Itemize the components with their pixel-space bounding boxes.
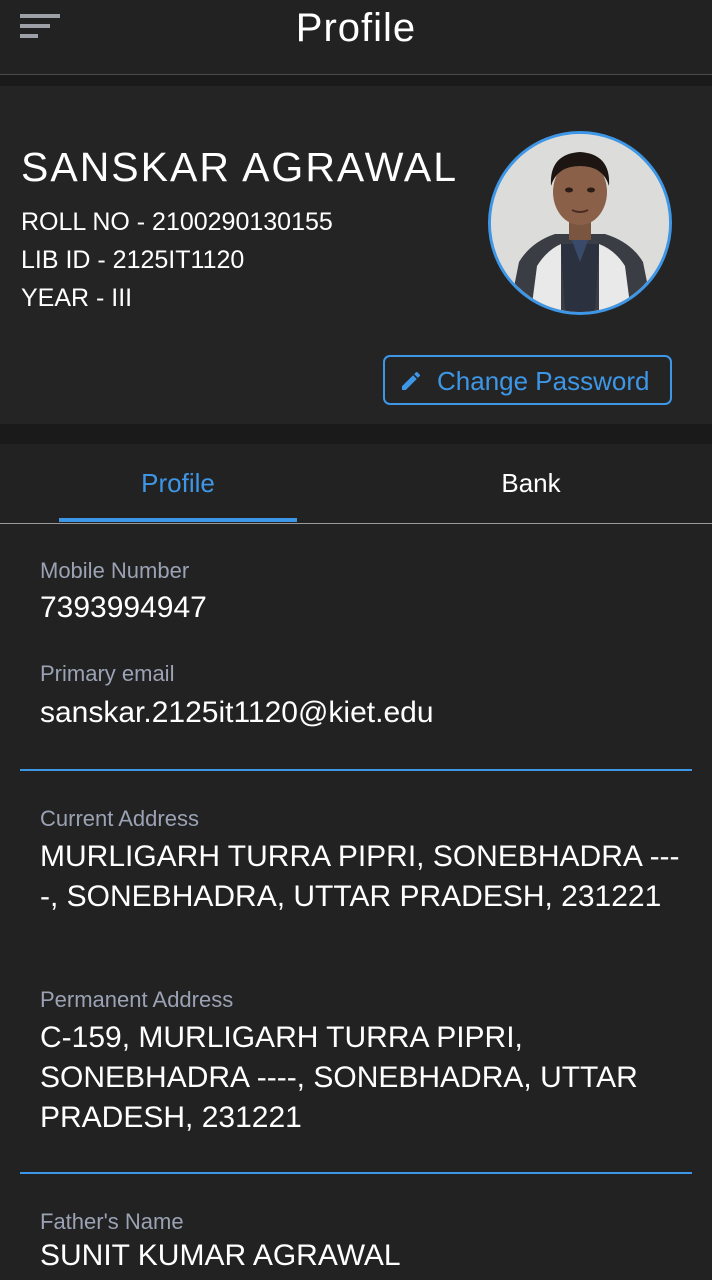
page-title: Profile [295,6,417,50]
primary-email-label: Primary email [40,661,175,686]
profile-details: Mobile Number 7393994947 Primary email s… [0,524,712,1280]
tab-bar: Profile Bank [0,444,712,524]
pencil-icon [402,371,421,390]
current-address-value: MURLIGARH TURRA PIPRI, SONEBHADRA ----, … [40,840,680,913]
father-name-label: Father's Name [40,1209,184,1234]
change-password-button[interactable]: Change Password [383,355,672,405]
divider-spacer [0,424,712,444]
profile-screen: Profile SANSKAR AGRAWAL ROLL NO - 210029… [0,0,712,1280]
mobile-number-value: 7393994947 [40,591,207,624]
father-name-value: SUNIT KUMAR AGRAWAL [40,1239,401,1272]
student-header-card: SANSKAR AGRAWAL ROLL NO - 2100290130155 … [0,86,712,424]
tab-bank[interactable]: Bank [412,468,650,499]
change-password-label: Change Password [437,366,650,396]
app-bar: Profile [0,0,712,75]
primary-email-value: sanskar.2125it1120@kiet.edu [40,696,434,729]
roll-number: ROLL NO - 2100290130155 [21,208,333,236]
student-name: SANSKAR AGRAWAL [21,144,459,190]
permanent-address-label: Permanent Address [40,987,234,1012]
library-id: LIB ID - 2125IT1120 [21,246,245,274]
active-tab-indicator [59,518,297,522]
avatar [488,131,672,315]
mobile-number-label: Mobile Number [40,558,190,583]
year: YEAR - III [21,284,133,312]
permanent-address-value: C-159, MURLIGARH TURRA PIPRI, SONEBHADRA… [40,1021,638,1134]
current-address-label: Current Address [40,806,199,831]
tab-profile[interactable]: Profile [59,468,297,499]
section-divider [20,1172,692,1174]
divider-spacer [0,75,712,86]
section-divider [20,769,692,771]
